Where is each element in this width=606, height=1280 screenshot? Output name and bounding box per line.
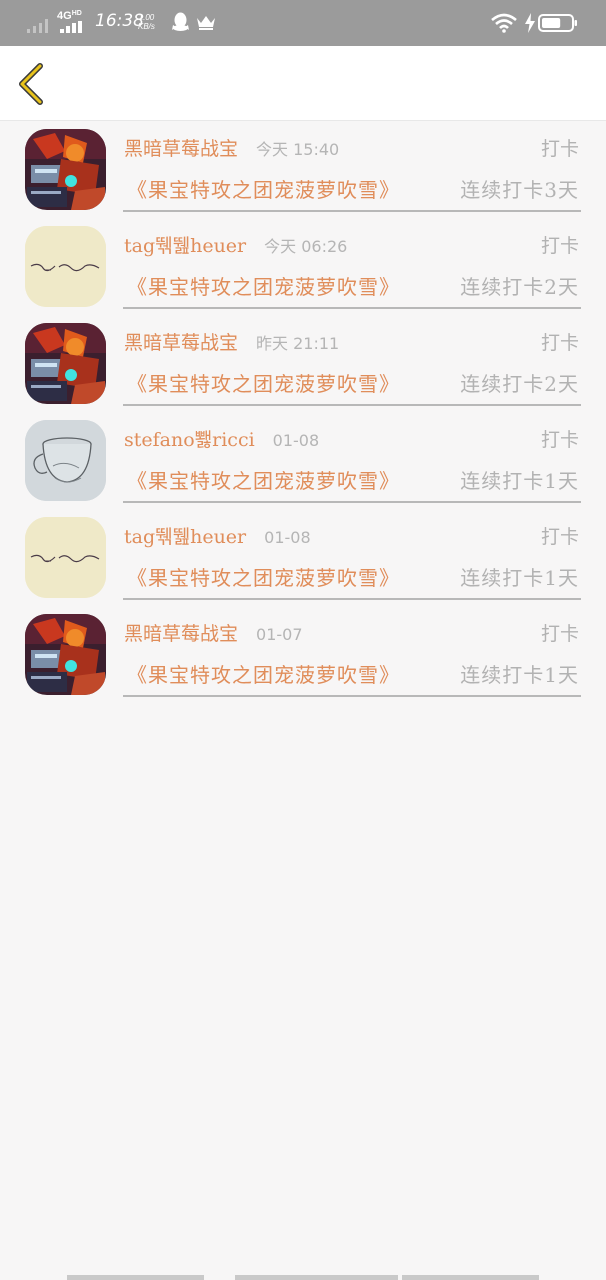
checkin-row[interactable]: tag뛖뛢heuer 01-08 打卡 《果宝特攻之团宠菠萝吹雪》 连续打卡1天 (0, 509, 606, 606)
book-title[interactable]: 《果宝特攻之团宠菠萝吹雪》 (127, 659, 400, 688)
crown-icon (197, 16, 215, 30)
wifi-icon (491, 13, 517, 33)
checkin-list: 黑暗草莓战宝 今天 15:40 打卡 《果宝特攻之团宠菠萝吹雪》 连续打卡3天 t… (0, 121, 606, 703)
signal-strong-icon (60, 21, 82, 33)
streak-count: 连续打卡1天 (460, 469, 579, 493)
chevron-left-icon (19, 63, 43, 105)
row-header-line: 黑暗草莓战宝 今天 15:40 打卡 (123, 134, 581, 160)
checkin-row[interactable]: 黑暗草莓战宝 今天 15:40 打卡 《果宝特攻之团宠菠萝吹雪》 连续打卡3天 (0, 121, 606, 218)
streak-count: 连续打卡2天 (460, 372, 579, 396)
checkin-time: 01-08 (264, 528, 311, 547)
checkin-row[interactable]: stefano뾇ricci 01-08 打卡 《果宝特攻之团宠菠萝吹雪》 连续打卡… (0, 412, 606, 509)
top-nav-bar (0, 46, 606, 121)
book-title[interactable]: 《果宝特攻之团宠菠萝吹雪》 (127, 465, 400, 494)
book-title[interactable]: 《果宝特攻之团宠菠萝吹雪》 (127, 174, 400, 203)
indicator-segment (67, 1275, 204, 1280)
user-avatar[interactable] (25, 226, 106, 307)
book-title[interactable]: 《果宝特攻之团宠菠萝吹雪》 (127, 562, 400, 591)
clock: 16:38 (95, 11, 144, 31)
checkin-action-label: 打卡 (540, 526, 579, 548)
streak-count: 连续打卡1天 (460, 566, 579, 590)
checkin-row[interactable]: 黑暗草莓战宝 01-07 打卡 《果宝特攻之团宠菠萝吹雪》 连续打卡1天 (0, 606, 606, 703)
checkin-action-label: 打卡 (540, 138, 579, 160)
battery-icon (538, 14, 577, 32)
username-text: tag뛖뛢heuer (124, 235, 247, 257)
row-detail-line: 《果宝特攻之团宠菠萝吹雪》 连续打卡1天 (123, 465, 581, 494)
user-avatar[interactable] (25, 517, 106, 598)
checkin-row[interactable]: tag뛖뛢heuer 今天 06:26 打卡 《果宝特攻之团宠菠萝吹雪》 连续打卡… (0, 218, 606, 315)
row-detail-line: 《果宝特攻之团宠菠萝吹雪》 连续打卡1天 (123, 659, 581, 688)
checkin-time: 01-07 (256, 625, 303, 644)
checkin-time: 今天 15:40 (256, 140, 340, 159)
checkin-row-content: 黑暗草莓战宝 01-07 打卡 《果宝特攻之团宠菠萝吹雪》 连续打卡1天 (123, 606, 581, 697)
row-detail-line: 《果宝特攻之团宠菠萝吹雪》 连续打卡1天 (123, 562, 581, 591)
checkin-action-label: 打卡 (540, 235, 579, 257)
user-avatar[interactable] (25, 614, 106, 695)
username[interactable]: 黑暗草莓战宝 今天 15:40 (124, 134, 339, 161)
checkin-time: 今天 06:26 (264, 237, 348, 256)
status-bar: 4GHD 16:38 1.00 KB/s (0, 0, 606, 46)
checkin-row-content: stefano뾇ricci 01-08 打卡 《果宝特攻之团宠菠萝吹雪》 连续打卡… (123, 412, 581, 503)
user-avatar[interactable] (25, 129, 106, 210)
username-text: stefano뾇ricci (124, 429, 255, 451)
checkin-time: 01-08 (272, 431, 320, 450)
signal-weak-icon (27, 19, 48, 33)
streak-count: 连续打卡3天 (460, 178, 579, 202)
bottom-indicator (0, 1275, 606, 1280)
network-speed: 1.00 KB/s (138, 13, 155, 31)
streak-count: 连续打卡1天 (460, 663, 579, 687)
row-detail-line: 《果宝特攻之团宠菠萝吹雪》 连续打卡2天 (123, 271, 581, 300)
checkin-action-label: 打卡 (540, 623, 579, 645)
username[interactable]: tag뛖뛢heuer 01-08 (124, 522, 311, 549)
row-detail-line: 《果宝特攻之团宠菠萝吹雪》 连续打卡2天 (123, 368, 581, 397)
username-text: 黑暗草莓战宝 (124, 138, 239, 160)
username-text: 黑暗草莓战宝 (124, 623, 239, 645)
row-header-line: 黑暗草莓战宝 01-07 打卡 (123, 619, 581, 645)
checkin-row-content: tag뛖뛢heuer 01-08 打卡 《果宝特攻之团宠菠萝吹雪》 连续打卡1天 (123, 509, 581, 600)
user-avatar[interactable] (25, 420, 106, 501)
row-header-line: tag뛖뛢heuer 今天 06:26 打卡 (123, 231, 581, 257)
checkin-row-content: 黑暗草莓战宝 昨天 21:11 打卡 《果宝特攻之团宠菠萝吹雪》 连续打卡2天 (123, 315, 581, 406)
checkin-action-label: 打卡 (540, 332, 579, 354)
streak-count: 连续打卡2天 (460, 275, 579, 299)
indicator-segment (235, 1275, 398, 1280)
qq-icon (172, 12, 189, 31)
row-header-line: 黑暗草莓战宝 昨天 21:11 打卡 (123, 328, 581, 354)
checkin-row-content: tag뛖뛢heuer 今天 06:26 打卡 《果宝特攻之团宠菠萝吹雪》 连续打卡… (123, 218, 581, 309)
back-button[interactable] (10, 58, 54, 108)
username-text: 黑暗草莓战宝 (124, 332, 239, 354)
username[interactable]: 黑暗草莓战宝 01-07 (124, 619, 303, 646)
book-title[interactable]: 《果宝特攻之团宠菠萝吹雪》 (127, 271, 400, 300)
username[interactable]: tag뛖뛢heuer 今天 06:26 (124, 231, 347, 258)
row-header-line: stefano뾇ricci 01-08 打卡 (123, 425, 581, 451)
user-avatar[interactable] (25, 323, 106, 404)
checkin-row-content: 黑暗草莓战宝 今天 15:40 打卡 《果宝特攻之团宠菠萝吹雪》 连续打卡3天 (123, 121, 581, 212)
username[interactable]: 黑暗草莓战宝 昨天 21:11 (124, 328, 339, 355)
row-detail-line: 《果宝特攻之团宠菠萝吹雪》 连续打卡3天 (123, 174, 581, 203)
indicator-segment (402, 1275, 539, 1280)
checkin-action-label: 打卡 (540, 429, 579, 451)
checkin-time: 昨天 21:11 (256, 334, 340, 353)
row-header-line: tag뛖뛢heuer 01-08 打卡 (123, 522, 581, 548)
charging-icon (525, 13, 535, 33)
checkin-row[interactable]: 黑暗草莓战宝 昨天 21:11 打卡 《果宝特攻之团宠菠萝吹雪》 连续打卡2天 (0, 315, 606, 412)
username-text: tag뛖뛢heuer (124, 526, 247, 548)
username[interactable]: stefano뾇ricci 01-08 (124, 425, 319, 452)
book-title[interactable]: 《果宝特攻之团宠菠萝吹雪》 (127, 368, 400, 397)
